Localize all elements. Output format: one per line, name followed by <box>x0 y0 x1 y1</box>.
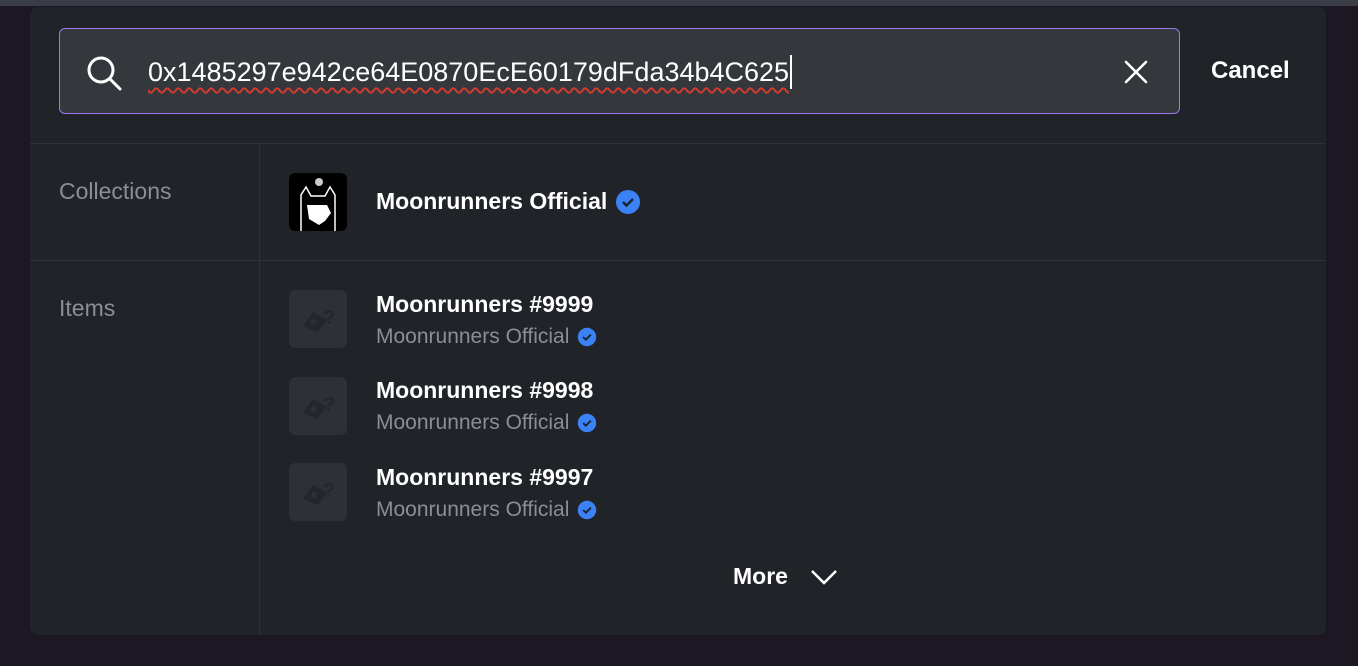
collection-name: Moonrunners Official <box>376 188 608 214</box>
search-icon <box>87 56 122 91</box>
placeholder-image-icon: ? <box>289 290 347 348</box>
item-name: Moonrunners #9998 <box>376 377 594 403</box>
verified-icon <box>578 413 597 433</box>
divider <box>30 260 1326 261</box>
verified-icon <box>578 500 597 520</box>
item-name: Moonrunners #9997 <box>376 464 594 490</box>
top-strip <box>0 0 1358 6</box>
svg-text:?: ? <box>323 394 335 416</box>
verified-icon <box>578 327 597 347</box>
verified-icon <box>616 189 641 214</box>
divider <box>259 144 260 635</box>
search-query[interactable]: 0x1485297e942ce64E0870EcE60179dFda34b4C6… <box>148 55 793 89</box>
item-collection: Moonrunners Official <box>376 325 570 348</box>
item-name: Moonrunners #9999 <box>376 291 594 317</box>
svg-text:?: ? <box>323 307 335 329</box>
placeholder-image-icon: ? <box>289 463 347 521</box>
divider <box>30 143 1326 144</box>
svg-text:?: ? <box>323 480 335 502</box>
search-modal: 0x1485297e942ce64E0870EcE60179dFda34b4C6… <box>30 7 1326 635</box>
more-button[interactable]: More <box>733 563 838 590</box>
item-collection: Moonrunners Official <box>376 411 570 434</box>
item-collection: Moonrunners Official <box>376 498 570 521</box>
search-input[interactable]: 0x1485297e942ce64E0870EcE60179dFda34b4C6… <box>59 28 1180 114</box>
collection-avatar <box>289 173 347 231</box>
section-label-collections: Collections <box>59 178 172 204</box>
section-label-items: Items <box>59 295 116 321</box>
cancel-button[interactable]: Cancel <box>1211 57 1290 85</box>
chevron-down-icon <box>811 569 837 585</box>
placeholder-image-icon: ? <box>289 377 347 435</box>
more-label: More <box>733 563 788 589</box>
clear-icon[interactable] <box>1121 57 1151 87</box>
